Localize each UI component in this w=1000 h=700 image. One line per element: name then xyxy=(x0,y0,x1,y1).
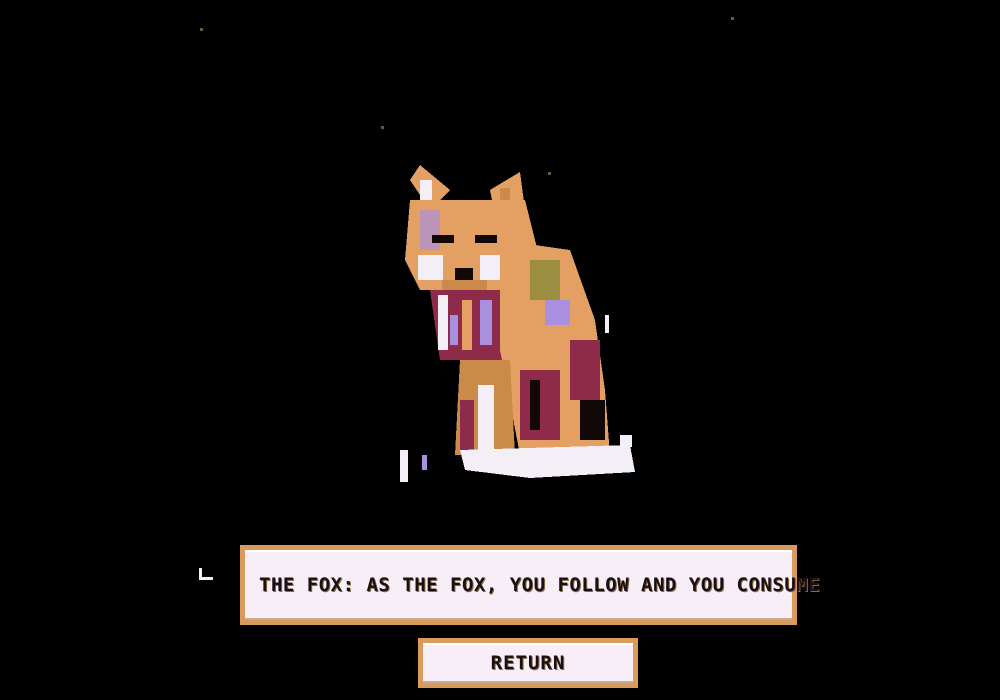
return-button-label[interactable]: RETURN xyxy=(491,652,566,674)
background-speck xyxy=(200,28,203,31)
return-button-panel[interactable]: RETURN xyxy=(423,643,633,683)
fox-icon xyxy=(400,165,635,482)
background-speck xyxy=(381,126,384,129)
dialog-text: THE FOX: AS THE FOX, YOU FOLLOW AND YOU … xyxy=(259,574,821,596)
dialog-box: THE FOX: AS THE FOX, YOU FOLLOW AND YOU … xyxy=(240,545,820,625)
dialog-panel: THE FOX: AS THE FOX, YOU FOLLOW AND YOU … xyxy=(245,550,820,620)
return-button[interactable]: RETURN xyxy=(418,638,638,688)
fox-illustration xyxy=(380,150,670,490)
background-speck xyxy=(731,17,734,20)
cursor-corner-icon xyxy=(199,568,213,580)
game-scene: THE FOX: AS THE FOX, YOU FOLLOW AND YOU … xyxy=(0,0,1000,700)
